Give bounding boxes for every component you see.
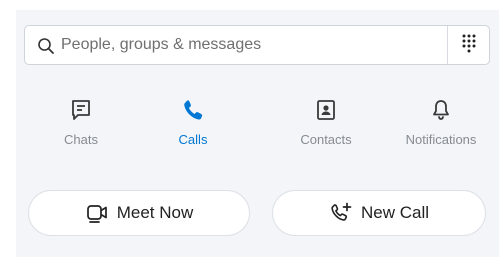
- video-camera-icon: [85, 201, 109, 225]
- tab-chats-label: Chats: [64, 132, 98, 147]
- dialpad-button[interactable]: [447, 26, 489, 64]
- phone-icon: [181, 98, 205, 122]
- meet-now-label: Meet Now: [116, 203, 194, 222]
- tab-notifications-label: Notifications: [405, 132, 477, 147]
- chat-icon: [69, 98, 93, 122]
- tab-calls-label: Calls: [178, 132, 208, 147]
- tab-bar: Chats Calls Contacts Notifications: [16, 98, 499, 156]
- calls-panel: Chats Calls Contacts: [16, 10, 499, 257]
- tab-notifications[interactable]: Notifications: [386, 98, 496, 156]
- add-call-icon: [329, 201, 353, 225]
- contact-card-icon: [314, 98, 338, 122]
- bell-icon: [429, 98, 453, 122]
- new-call-button[interactable]: New Call: [272, 190, 486, 236]
- dialpad-icon: [461, 33, 477, 58]
- search-icon: [37, 37, 55, 55]
- tab-contacts[interactable]: Contacts: [271, 98, 381, 156]
- tab-contacts-label: Contacts: [300, 132, 352, 147]
- new-call-label: New Call: [360, 203, 430, 222]
- search-input[interactable]: [61, 26, 431, 64]
- search-bar[interactable]: [24, 25, 490, 65]
- tab-calls[interactable]: Calls: [138, 98, 248, 156]
- tab-chats[interactable]: Chats: [26, 98, 136, 156]
- meet-now-button[interactable]: Meet Now: [28, 190, 250, 236]
